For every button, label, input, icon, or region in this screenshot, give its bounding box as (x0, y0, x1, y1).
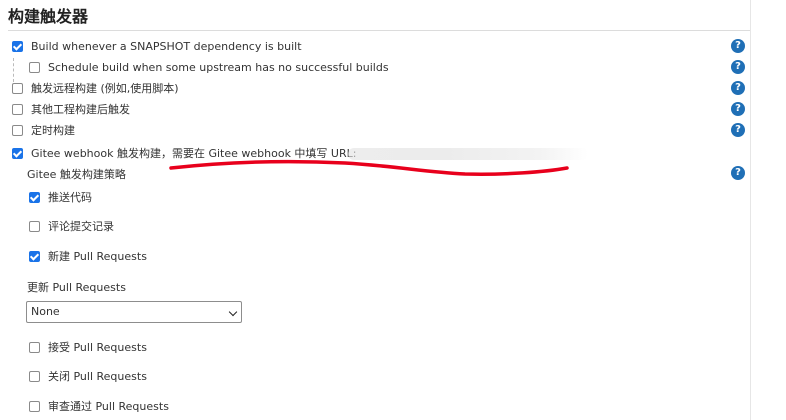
accept-pr-label: 接受 Pull Requests (48, 341, 147, 354)
new-pr-checkbox[interactable] (29, 250, 40, 262)
chevron-down-icon (228, 307, 238, 317)
push-code-label: 推送代码 (48, 191, 92, 204)
red-underline-stroke (169, 159, 569, 176)
timer-trigger-option[interactable]: 定时构建 (12, 121, 75, 139)
new-pr-label: 新建 Pull Requests (48, 250, 147, 263)
push-code-option[interactable]: 推送代码 (29, 188, 92, 206)
snapshot-trigger-option[interactable]: Build whenever a SNAPSHOT dependency is … (12, 37, 302, 55)
gitee-strategy-title: Gitee 触发构建策略 (27, 168, 126, 181)
new-pr-option[interactable]: 新建 Pull Requests (29, 247, 147, 265)
remote-trigger-label: 触发远程构建 (例如,使用脚本) (31, 82, 179, 95)
update-pr-select[interactable]: None (26, 301, 242, 323)
timer-trigger-label: 定时构建 (31, 124, 75, 137)
help-icon[interactable]: ? (731, 102, 745, 116)
push-code-checkbox[interactable] (29, 191, 40, 203)
upstream-trigger-checkbox[interactable] (29, 61, 40, 73)
approve-pr-label: 审查通过 Pull Requests (48, 400, 169, 413)
after-other-trigger-option[interactable]: 其他工程构建后触发 (12, 100, 130, 118)
comment-commit-option[interactable]: 评论提交记录 (29, 217, 114, 235)
update-pr-label: 更新 Pull Requests (27, 281, 126, 294)
remote-trigger-checkbox[interactable] (12, 82, 23, 94)
snapshot-trigger-label: Build whenever a SNAPSHOT dependency is … (31, 39, 302, 53)
help-icon[interactable]: ? (731, 123, 745, 137)
timer-trigger-checkbox[interactable] (12, 124, 23, 136)
help-icon[interactable]: ? (731, 60, 745, 74)
gitee-webhook-trigger-checkbox[interactable] (12, 147, 23, 159)
after-other-trigger-checkbox[interactable] (12, 103, 23, 115)
comment-commit-label: 评论提交记录 (48, 220, 114, 233)
red-underline-annotation (169, 159, 569, 176)
approve-pr-checkbox[interactable] (29, 400, 40, 412)
help-icon[interactable]: ? (731, 81, 745, 95)
update-pr-select-value: None (31, 305, 60, 318)
close-pr-option[interactable]: 关闭 Pull Requests (29, 367, 147, 385)
snapshot-trigger-checkbox[interactable] (12, 40, 23, 52)
section-title: 构建触发器 (8, 5, 750, 31)
after-other-trigger-label: 其他工程构建后触发 (31, 103, 130, 116)
remote-trigger-option[interactable]: 触发远程构建 (例如,使用脚本) (12, 79, 179, 97)
close-pr-label: 关闭 Pull Requests (48, 370, 147, 383)
comment-commit-checkbox[interactable] (29, 220, 40, 232)
help-icon[interactable]: ? (731, 39, 745, 53)
accept-pr-checkbox[interactable] (29, 341, 40, 353)
upstream-trigger-option[interactable]: Schedule build when some upstream has no… (29, 58, 389, 76)
accept-pr-option[interactable]: 接受 Pull Requests (29, 338, 147, 356)
build-triggers-panel: 构建触发器 Build whenever a SNAPSHOT dependen… (0, 0, 751, 420)
help-icon[interactable]: ? (731, 166, 745, 180)
upstream-trigger-label: Schedule build when some upstream has no… (48, 60, 389, 74)
close-pr-checkbox[interactable] (29, 370, 40, 382)
approve-pr-option[interactable]: 审查通过 Pull Requests (29, 397, 169, 415)
